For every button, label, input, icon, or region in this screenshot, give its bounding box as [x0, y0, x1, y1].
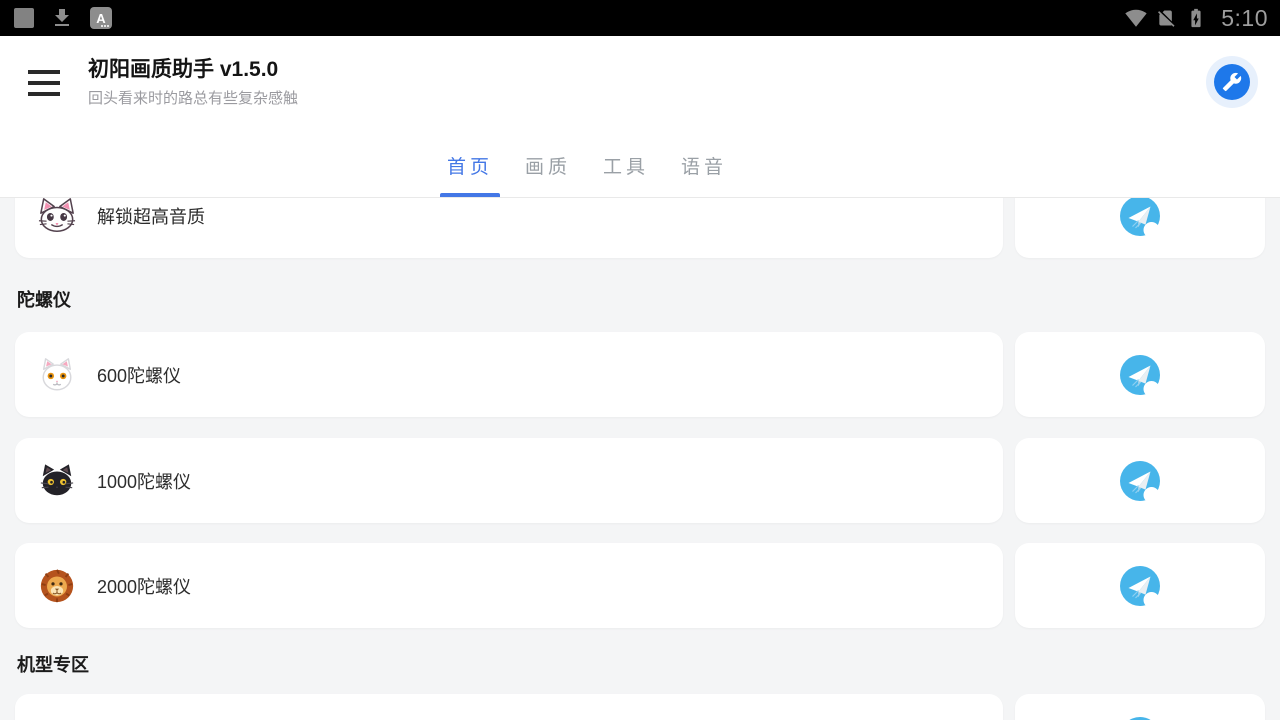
- section-header-device-zone: 机型专区: [17, 651, 89, 677]
- input-method-dots: [101, 25, 109, 27]
- input-method-icon: A: [90, 7, 112, 29]
- wrench-icon: [1222, 72, 1242, 92]
- app-screen: A 5:10 初阳画质助手 v1.5.0 回头看来时的路总有些复杂感触: [0, 0, 1280, 720]
- telegram-share-button[interactable]: [1015, 332, 1265, 417]
- list-item-gyro-2000[interactable]: 2000陀螺仪: [15, 543, 1003, 628]
- battery-charging-icon: [1185, 7, 1207, 29]
- list-item-partial[interactable]: [15, 694, 1003, 720]
- telegram-share-button[interactable]: [1015, 198, 1265, 258]
- settings-wrench-button[interactable]: [1214, 64, 1250, 100]
- section-header-gyroscope: 陀螺仪: [17, 286, 71, 312]
- telegram-share-button[interactable]: [1015, 543, 1265, 628]
- white-cat-orange-eyes-icon: [38, 356, 76, 394]
- telegram-share-button[interactable]: [1015, 438, 1265, 523]
- list-item-label: 600陀螺仪: [97, 362, 181, 388]
- list-item-label: 2000陀螺仪: [97, 573, 191, 599]
- menu-button[interactable]: [28, 70, 60, 103]
- list-row: 600陀螺仪: [0, 332, 1280, 417]
- tab-home[interactable]: 首页: [446, 152, 494, 179]
- scroll-content[interactable]: 解锁超高音质 陀螺仪: [0, 198, 1280, 720]
- list-item-gyro-600[interactable]: 600陀螺仪: [15, 332, 1003, 417]
- no-sim-icon: [1156, 8, 1176, 28]
- telegram-share-button[interactable]: [1015, 694, 1265, 720]
- status-bar: A 5:10: [0, 0, 1280, 36]
- tab-voice[interactable]: 语音: [680, 152, 728, 179]
- list-item-label: 1000陀螺仪: [97, 468, 191, 494]
- list-row: 2000陀螺仪: [0, 543, 1280, 628]
- input-method-letter: A: [96, 11, 105, 26]
- black-cat-icon: [38, 462, 76, 500]
- page-subtitle: 回头看来时的路总有些复杂感触: [88, 87, 298, 108]
- list-row: 解锁超高音质: [0, 198, 1280, 258]
- tab-tools[interactable]: 工具: [602, 152, 650, 179]
- list-item-unlock-audio[interactable]: 解锁超高音质: [15, 198, 1003, 258]
- telegram-icon: [1120, 717, 1160, 720]
- settings-fab-halo: [1206, 56, 1258, 108]
- app-header: 初阳画质助手 v1.5.0 回头看来时的路总有些复杂感触 首页 画质 工具 语音: [0, 36, 1280, 198]
- telegram-icon: [1120, 355, 1160, 395]
- list-item-gyro-1000[interactable]: 1000陀螺仪: [15, 438, 1003, 523]
- telegram-icon: [1120, 198, 1160, 236]
- page-title: 初阳画质助手 v1.5.0: [88, 57, 298, 83]
- clock: 5:10: [1221, 5, 1268, 32]
- active-tab-indicator: [440, 193, 500, 197]
- notification-square-icon: [14, 8, 34, 28]
- white-cat-icon: [38, 198, 76, 235]
- lion-icon: [38, 567, 76, 605]
- wifi-icon: [1125, 7, 1147, 29]
- list-item-label: 解锁超高音质: [97, 203, 205, 229]
- tab-quality[interactable]: 画质: [524, 152, 572, 179]
- list-row: 1000陀螺仪: [0, 438, 1280, 523]
- tab-bar: 首页 画质 工具 语音: [446, 152, 728, 179]
- list-row: [0, 694, 1280, 720]
- download-icon: [50, 6, 74, 30]
- telegram-icon: [1120, 461, 1160, 501]
- telegram-icon: [1120, 566, 1160, 606]
